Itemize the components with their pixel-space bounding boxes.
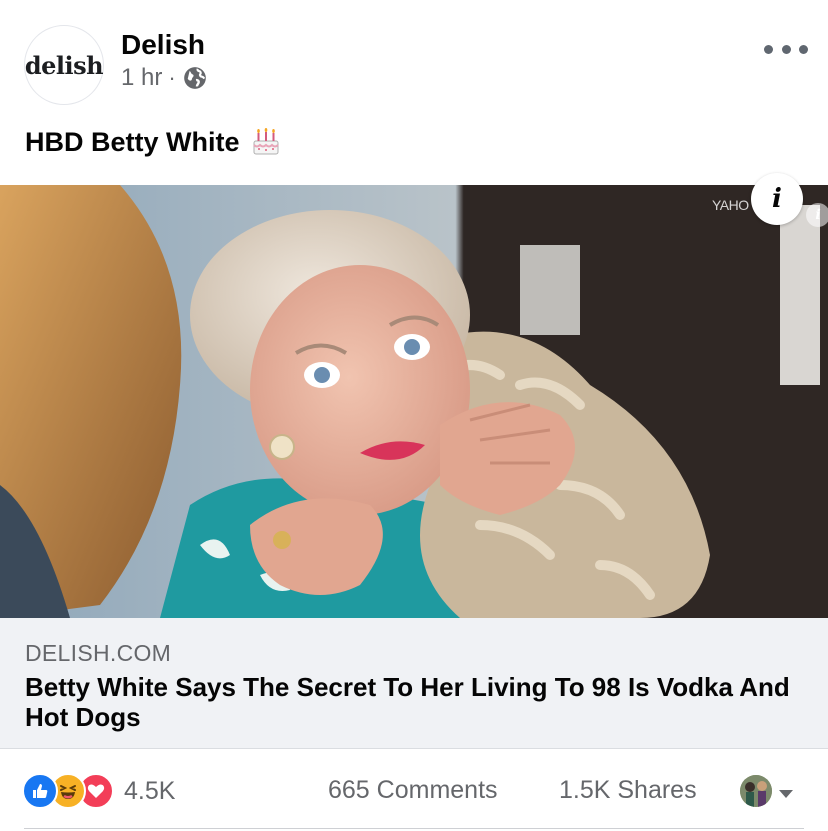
info-icon[interactable]: i <box>751 173 803 225</box>
comments-count[interactable]: 665 Comments <box>328 776 498 805</box>
user-avatar <box>740 775 772 807</box>
shares-count[interactable]: 1.5K Shares <box>559 776 697 805</box>
facebook-post: delish Delish 1 hr · HBD Betty White YAH… <box>0 0 828 831</box>
like-icon <box>22 773 58 809</box>
link-preview[interactable]: DELISH.COM Betty White Says The Secret T… <box>0 618 828 749</box>
more-dot <box>764 44 773 54</box>
ad-info-glyph: i <box>815 207 821 223</box>
info-icon-glyph: i <box>772 184 782 214</box>
post-video-thumbnail[interactable] <box>0 185 828 618</box>
reaction-audience-selector[interactable] <box>740 775 794 807</box>
link-title: Betty White Says The Secret To Her Livin… <box>25 672 790 732</box>
post-meta: 1 hr · <box>121 64 208 92</box>
video-watermark: YAHO <box>712 197 749 213</box>
post-caption: HBD Betty White <box>25 126 282 158</box>
more-options-icon[interactable] <box>764 36 808 62</box>
footer-divider <box>24 828 804 829</box>
post-time[interactable]: 1 hr <box>121 64 162 92</box>
reactions-summary[interactable]: 4.5K <box>22 773 175 809</box>
more-dot <box>799 44 808 54</box>
reactions-count: 4.5K <box>124 776 176 805</box>
more-dot <box>781 44 791 54</box>
page-name[interactable]: Delish <box>121 29 205 61</box>
caption-text: HBD Betty White <box>25 126 240 157</box>
meta-separator: · <box>168 65 176 90</box>
ad-info-icon[interactable]: i <box>806 203 828 227</box>
birthday-cake-icon <box>250 126 282 158</box>
page-avatar[interactable]: delish <box>24 25 104 105</box>
link-domain: DELISH.COM <box>25 640 172 666</box>
globe-icon[interactable] <box>182 65 208 91</box>
avatar-logo: delish <box>24 50 104 80</box>
chevron-down-icon <box>778 786 794 798</box>
